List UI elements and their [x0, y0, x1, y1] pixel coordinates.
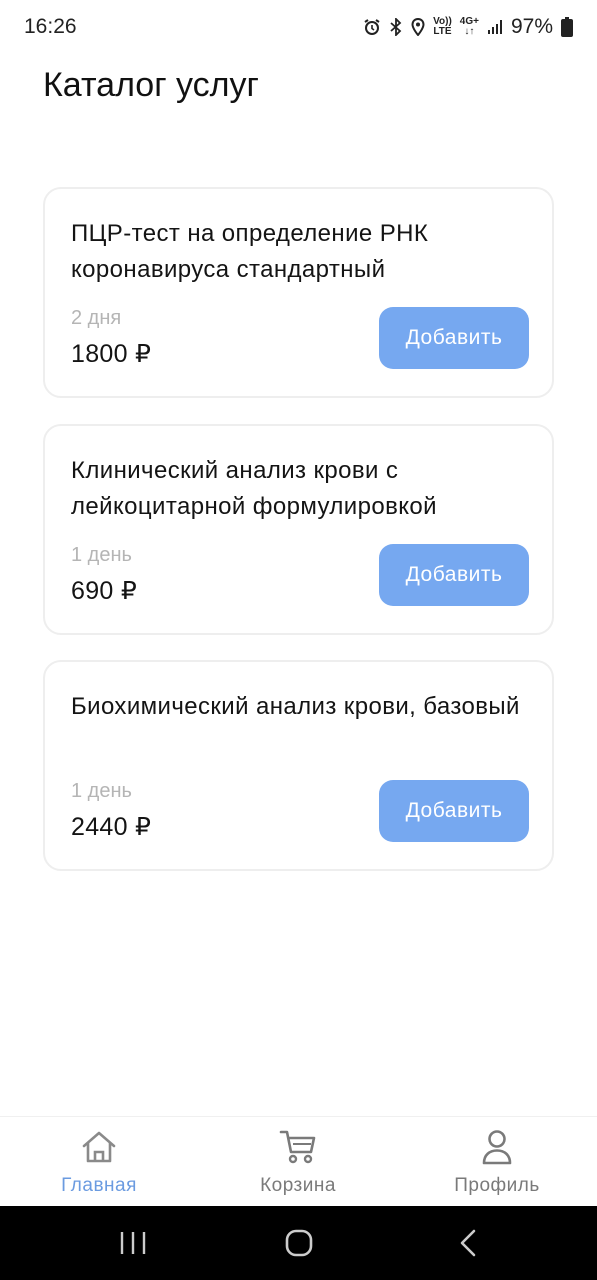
network-indicator: 4G+ ↓↑: [460, 17, 479, 37]
status-time: 16:26: [24, 15, 77, 38]
service-duration: 1 день: [71, 780, 132, 802]
home-button-icon[interactable]: [284, 1228, 314, 1263]
nav-label-profile: Профиль: [454, 1175, 540, 1196]
status-bar: 16:26 Vo)) LTE 4G+ ↓↑ 97%: [0, 0, 597, 54]
profile-icon: [481, 1127, 513, 1167]
battery-icon: [561, 17, 573, 37]
nav-label-cart: Корзина: [260, 1175, 336, 1196]
signal-icon: [487, 19, 503, 35]
volte-bottom-text: LTE: [433, 26, 452, 37]
location-icon: [411, 18, 425, 36]
service-title: Клинический анализ крови с лейкоцитарной…: [71, 457, 437, 520]
service-price: 690 ₽: [71, 577, 138, 605]
add-button[interactable]: Добавить: [379, 780, 529, 842]
service-price: 1800 ₽: [71, 340, 152, 368]
service-title: ПЦР-тест на определение РНК коронавируса…: [71, 220, 429, 283]
bluetooth-icon: [389, 18, 403, 36]
nav-item-home[interactable]: Главная: [19, 1127, 179, 1203]
alarm-icon: [363, 18, 381, 36]
home-icon: [81, 1127, 117, 1167]
service-duration: 2 дня: [71, 307, 122, 329]
nav-label-home: Главная: [61, 1175, 137, 1196]
data-arrows-icon: ↓↑: [464, 26, 475, 37]
volte-indicator: Vo)) LTE: [433, 17, 452, 37]
nav-item-cart[interactable]: Корзина: [218, 1127, 378, 1203]
nav-item-profile[interactable]: Профиль: [417, 1127, 577, 1203]
battery-percent: 97%: [510, 15, 553, 38]
bottom-nav: Главная Корзина Профиль: [0, 1116, 597, 1206]
service-duration: 1 день: [71, 544, 132, 566]
screen: 16:26 Vo)) LTE 4G+ ↓↑ 97% Каталог услуг …: [0, 0, 597, 1280]
service-card: ПЦР-тест на определение РНК коронавируса…: [43, 187, 554, 398]
service-price: 2440 ₽: [71, 813, 152, 841]
add-button[interactable]: Добавить: [379, 544, 529, 606]
back-icon[interactable]: [454, 1228, 484, 1263]
service-card: Клинический анализ крови с лейкоцитарной…: [43, 424, 554, 635]
status-icons: Vo)) LTE 4G+ ↓↑ 97%: [363, 15, 573, 39]
page-title: Каталог услуг: [43, 66, 259, 104]
cart-icon: [279, 1127, 317, 1167]
service-card: Биохимический анализ крови, базовый 1 де…: [43, 660, 554, 871]
recent-apps-icon[interactable]: [118, 1228, 148, 1263]
service-title: Биохимический анализ крови, базовый: [71, 693, 520, 720]
system-nav-bar: [0, 1206, 597, 1280]
add-button[interactable]: Добавить: [379, 307, 529, 369]
